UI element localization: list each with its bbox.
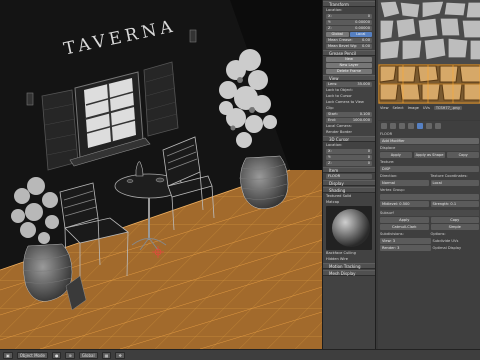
uv-menu-select[interactable]: Select: [393, 106, 404, 110]
mean-bevel-field[interactable]: Mean Bevel Wg: 0.00: [326, 44, 372, 49]
mode-select[interactable]: Object Mode: [16, 351, 48, 359]
texcoords-select[interactable]: Local: [430, 180, 479, 186]
apply2-button[interactable]: Apply: [380, 217, 429, 223]
object-tab-icon[interactable]: [408, 123, 414, 129]
simple-button[interactable]: Simple: [430, 224, 479, 230]
render-subdiv-field[interactable]: Render: 3: [380, 245, 431, 251]
modifier-properties: FLOOR Add Modifier Displace Apply Apply …: [378, 121, 480, 349]
add-modifier-button[interactable]: Add Modifier: [380, 138, 479, 144]
cursor-y-field[interactable]: Y: 0: [326, 155, 372, 160]
mean-crease-field[interactable]: Mean Crease: 0.00: [326, 38, 372, 43]
render-tab-icon[interactable]: [381, 123, 387, 129]
delete-frame-button[interactable]: Delete Frame: [326, 69, 372, 74]
3d-viewport[interactable]: TAVERNA: [0, 0, 322, 349]
direction-select[interactable]: Normal: [380, 180, 429, 186]
location-label: Location:: [326, 8, 343, 12]
viewport-header: ▣ Object Mode ● ⊕ Global ▦ ❖: [0, 349, 480, 360]
new-button[interactable]: New: [326, 57, 372, 62]
viewport-shading-icon[interactable]: ●: [51, 351, 62, 359]
new-layer-button[interactable]: New Layer: [326, 63, 372, 68]
location-y-field[interactable]: Y: 0.00000: [326, 20, 372, 25]
item-name-field[interactable]: FLOOR: [326, 174, 372, 179]
vertex-group-field[interactable]: [380, 194, 479, 200]
mesh-display-header[interactable]: Mesh Display: [323, 270, 375, 276]
location-x-field[interactable]: X: 0: [326, 14, 372, 19]
textured-solid-checkbox[interactable]: Textured Solid: [326, 194, 372, 199]
lens-field[interactable]: Lens: 35.000: [326, 82, 372, 87]
copy-button[interactable]: Copy: [447, 152, 480, 158]
direction-label: Direction:: [380, 174, 398, 178]
lock-cursor-checkbox[interactable]: Lock to Cursor: [326, 94, 372, 99]
local-button[interactable]: Local: [349, 32, 372, 37]
viewport-scene: [0, 0, 322, 349]
view-subdiv-field[interactable]: View: 3: [380, 238, 431, 244]
modifier1-name[interactable]: Displace: [380, 145, 479, 151]
texcoords-label: Texture Coordinates:: [430, 174, 468, 178]
global-button[interactable]: Global: [326, 32, 349, 37]
shading-header[interactable]: Shading: [323, 187, 375, 193]
vertex-group-label: Vertex Group:: [380, 188, 405, 192]
apply-shape-button[interactable]: Apply as Shape Key: [413, 152, 446, 158]
optimal-display-checkbox[interactable]: Optimal Display: [433, 245, 480, 251]
subdivide-uvs-checkbox[interactable]: Subdivide UVs: [433, 238, 480, 244]
pivot-icon[interactable]: ⊕: [65, 351, 75, 359]
lock-camera-checkbox[interactable]: Lock Camera to View: [326, 100, 372, 105]
view-header[interactable]: View: [323, 75, 375, 81]
object-name: FLOOR: [380, 132, 393, 136]
material-tab-icon[interactable]: [426, 123, 432, 129]
display-header[interactable]: Display: [323, 180, 375, 186]
copy2-button[interactable]: Copy: [430, 217, 479, 223]
uv-menu-uvs[interactable]: UVs: [423, 106, 430, 110]
backface-culling-checkbox[interactable]: Backface Culling: [326, 251, 372, 256]
cursor-z-field[interactable]: Z: 0: [326, 161, 372, 166]
clip-start-field[interactable]: Start: 0.100: [326, 112, 372, 117]
right-panel: View Select Image UVs TCSH77_.png FLOOR …: [375, 0, 480, 349]
scene-tab-icon[interactable]: [390, 123, 396, 129]
cursor-x-field[interactable]: X: 0: [326, 149, 372, 154]
matcap-preview[interactable]: [326, 206, 372, 250]
texture-field[interactable]: DISP: [380, 166, 479, 172]
properties-sidebar: Transform Location: X: 0 Y: 0.00000 Z: 0.00…: [322, 0, 375, 349]
clip-label: Clip:: [326, 106, 334, 110]
cursor-header[interactable]: 3D Cursor: [323, 136, 375, 142]
cursor-location-label: Location:: [326, 143, 343, 147]
hidden-wire-checkbox[interactable]: Hidden Wire: [326, 257, 372, 262]
options-label: Options:: [430, 232, 446, 236]
motion-tracking-header[interactable]: Motion Tracking: [323, 263, 375, 269]
uv-image-editor[interactable]: View Select Image UVs TCSH77_.png: [378, 0, 480, 120]
modifier2-name[interactable]: Subsurf: [380, 210, 479, 216]
subdivisions-label: Subdivisions:: [380, 232, 404, 236]
modifier-tab-icon[interactable]: [417, 123, 423, 129]
location-z-field[interactable]: Z: 0.00000: [326, 26, 372, 31]
transform-header[interactable]: Transform: [323, 1, 375, 7]
apply-button[interactable]: Apply: [380, 152, 412, 158]
texture-tab-icon[interactable]: [435, 123, 441, 129]
orientation-select[interactable]: Global: [78, 351, 98, 359]
catmull-clark-button[interactable]: Catmull-Clark: [380, 224, 429, 230]
editor-type-icon[interactable]: ▣: [3, 351, 13, 359]
matcap-sphere: [332, 209, 370, 247]
snap-icon[interactable]: ❖: [115, 351, 125, 359]
strength-field[interactable]: Strength: 0.1: [430, 201, 479, 207]
uv-menu-view[interactable]: View: [380, 106, 389, 110]
lock-object-label: Lock to Object:: [326, 88, 354, 92]
world-tab-icon[interactable]: [399, 123, 405, 129]
matcap-checkbox[interactable]: Matcap: [326, 200, 372, 205]
midlevel-field[interactable]: Midlevel: 0.500: [380, 201, 429, 207]
clip-end-field[interactable]: End: 1000.000: [326, 118, 372, 123]
layers-icon[interactable]: ▦: [101, 351, 112, 359]
render-border-checkbox[interactable]: Render Border: [326, 130, 372, 135]
grease-pencil-header[interactable]: Grease Pencil: [323, 50, 375, 56]
uv-menu-image[interactable]: Image: [408, 106, 419, 110]
uv-texture: [378, 0, 480, 120]
properties-tabs: [381, 123, 478, 129]
item-header[interactable]: Item: [323, 167, 375, 173]
local-camera-label: Local Camera:: [326, 124, 352, 128]
image-name-field[interactable]: TCSH77_.png: [433, 106, 462, 110]
texture-label: Texture:: [380, 160, 395, 164]
